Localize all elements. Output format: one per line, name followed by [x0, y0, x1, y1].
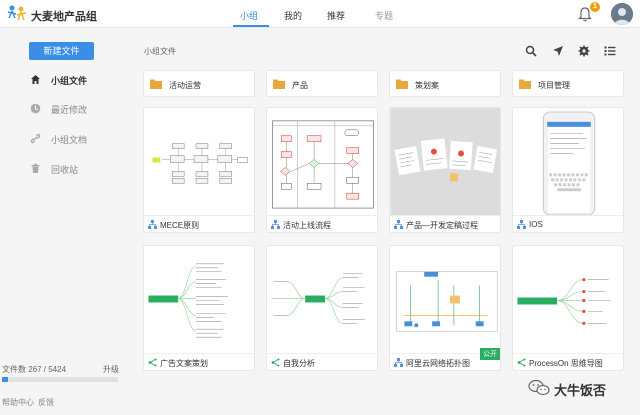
folder-icon: [273, 79, 285, 89]
folder-activity-ops[interactable]: 活动运营: [143, 70, 255, 97]
team-logo-icon[interactable]: [6, 3, 28, 25]
folder-project-mgmt[interactable]: 项目管理: [512, 70, 624, 97]
file-title: 阿里云网络拓扑图: [406, 359, 470, 368]
new-file-button[interactable]: 新建文件: [29, 42, 94, 60]
folder-product[interactable]: 产品: [266, 70, 378, 97]
diagram-icon: [394, 220, 403, 229]
file-title: 广告文案策划: [160, 359, 208, 368]
file-card[interactable]: 公开 阿里云网络拓扑图: [389, 245, 501, 371]
search-icon[interactable]: [525, 45, 537, 57]
file-card[interactable]: IOS: [512, 107, 624, 233]
mece-diagram-thumbnail-icon: [144, 108, 254, 216]
folder-name: 项目管理: [538, 81, 570, 90]
nav-recommend[interactable]: 推荐: [327, 9, 345, 22]
file-card[interactable]: ProcessOn 思维导图: [512, 245, 624, 371]
flowchart-thumbnail-icon: [267, 108, 377, 216]
diagram-icon: [517, 220, 526, 229]
top-bar: 大麦地产品组 小组 我的 推荐 专题 1: [0, 0, 640, 28]
sidebar-item-label: 最近修改: [51, 105, 88, 115]
file-card[interactable]: 活动上线流程: [266, 107, 378, 233]
folder-icon: [150, 79, 162, 89]
trash-icon: [31, 163, 40, 173]
nav-mine[interactable]: 我的: [284, 9, 302, 22]
storage-label: 文件数 267 / 5424: [2, 365, 67, 374]
avatar[interactable]: [611, 3, 633, 25]
file-title: MECE原则: [160, 221, 200, 230]
mindmap-thumbnail-icon: [267, 246, 377, 354]
storage-bar-fill: [2, 377, 8, 382]
folder-icon: [396, 79, 408, 89]
storage-bar: [2, 377, 118, 382]
sidebar-item-label: 小组文档: [51, 135, 88, 145]
link-icon: [30, 133, 41, 144]
file-card[interactable]: 自我分析: [266, 245, 378, 371]
ios-phone-thumbnail-icon: [513, 108, 623, 216]
folder-planning[interactable]: 策划案: [389, 70, 501, 97]
team-name[interactable]: 大麦地产品组: [31, 8, 97, 24]
file-card[interactable]: MECE原则: [143, 107, 255, 233]
gear-icon[interactable]: [578, 45, 590, 57]
help-link[interactable]: 帮助中心: [2, 397, 34, 408]
diagram-icon: [148, 220, 157, 229]
nav-active-indicator: [233, 25, 269, 27]
file-title: IOS: [529, 220, 543, 229]
list-view-icon[interactable]: [604, 45, 616, 57]
diagram-icon: [271, 220, 280, 229]
watermark-text: 大牛饭否: [554, 383, 607, 398]
breadcrumb: 小组文件: [144, 47, 176, 56]
wechat-watermark: 大牛饭否: [500, 377, 630, 399]
folder-icon: [519, 79, 531, 89]
file-title: 产品—开发定稿过程: [406, 221, 478, 230]
mindmap-icon: [517, 358, 526, 367]
sidebar-item-label: 小组文件: [51, 76, 88, 86]
file-title: ProcessOn 思维导图: [529, 359, 603, 368]
network-topology-thumbnail-icon: [390, 246, 500, 354]
upgrade-link[interactable]: 升级: [103, 364, 119, 375]
wechat-icon: [528, 379, 550, 396]
avatar-image-icon: [611, 3, 633, 25]
file-title: 自我分析: [283, 359, 315, 368]
file-card[interactable]: 广告文案策划: [143, 245, 255, 371]
file-title: 活动上线流程: [283, 221, 331, 230]
send-icon[interactable]: [552, 45, 564, 57]
mindmap-icon: [148, 358, 157, 367]
sketch-cards-thumbnail-icon: [390, 108, 500, 216]
home-icon: [31, 75, 40, 84]
clock-icon: [30, 103, 41, 114]
file-card[interactable]: 产品—开发定稿过程: [389, 107, 501, 233]
diagram-icon: [394, 358, 403, 367]
mindmap-icon: [271, 358, 280, 367]
folder-name: 产品: [292, 81, 308, 90]
mindmap-thumbnail-icon: [513, 246, 623, 354]
sidebar: 新建文件 小组文件 最近修改 小组文档 回收站 文件数 267 / 5424 升…: [0, 29, 130, 415]
nav-topics[interactable]: 专题: [375, 9, 393, 22]
folder-name: 活动运营: [169, 81, 201, 90]
folder-name: 策划案: [415, 81, 439, 90]
sidebar-item-label: 回收站: [51, 165, 79, 175]
feedback-link[interactable]: 反馈: [38, 397, 54, 408]
mindmap-thumbnail-icon: [144, 246, 254, 354]
nav-team[interactable]: 小组: [240, 9, 258, 22]
notification-badge: 1: [590, 2, 600, 12]
